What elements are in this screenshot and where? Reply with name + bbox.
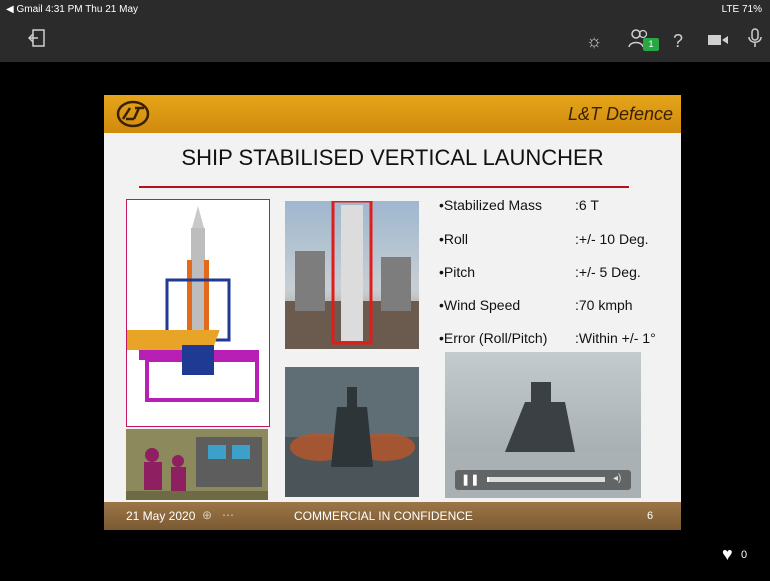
participants-badge: 1 (643, 38, 659, 51)
shared-slide: L&T Defence SHIP STABILISED VERTICAL LAU… (104, 95, 681, 530)
spec-value: :+/- 5 Deg. (575, 264, 641, 280)
spec-row: •Pitch :+/- 5 Deg. (439, 264, 641, 280)
title-divider (139, 186, 629, 188)
status-left: ◀ Gmail 4:31 PM Thu 21 May (6, 4, 139, 15)
status-bar: ◀ Gmail 4:31 PM Thu 21 May LTE 71% (0, 0, 770, 20)
spec-row: •Error (Roll/Pitch) :Within +/- 1° (439, 330, 656, 346)
slide-date: 21 May 2020 (126, 509, 196, 523)
slide-title: SHIP STABILISED VERTICAL LAUNCHER (181, 145, 604, 170)
heart-icon[interactable]: ♥ (722, 544, 733, 565)
slide-header: L&T Defence (104, 95, 681, 133)
spec-row: •Wind Speed :70 kmph (439, 297, 633, 313)
pause-icon[interactable]: ❚❚ (461, 474, 479, 486)
video-camera-icon[interactable] (705, 28, 731, 54)
video-controls: ❚❚ ◂) (455, 470, 631, 490)
launcher-ship-photo (285, 201, 419, 349)
spec-row: •Roll :+/- 10 Deg. (439, 231, 649, 247)
spec-label: •Wind Speed (439, 297, 521, 313)
video-player[interactable]: ❚❚ ◂) (445, 352, 641, 498)
video-progress-fill (487, 477, 490, 482)
spec-label: •Roll (439, 231, 469, 247)
slide-footer: 21 May 2020 ⊕ ⋯ COMMERCIAL IN CONFIDENCE… (104, 502, 681, 530)
spec-value: :Within +/- 1° (575, 330, 656, 346)
spec-row: •Stabilized Mass :6 T (439, 197, 599, 213)
microphone-icon[interactable] (742, 28, 768, 54)
zoom-icon[interactable]: ⊕ (202, 508, 212, 522)
spec-value: :70 kmph (575, 297, 633, 313)
slide-page-number: 6 (647, 510, 654, 522)
spec-value: :6 T (575, 197, 599, 213)
spec-label: •Stabilized Mass (439, 197, 542, 213)
help-icon[interactable]: ? (665, 28, 691, 54)
launcher-cad-image (126, 199, 270, 427)
settings-icon[interactable]: ☼ (581, 28, 607, 54)
lt-logo-icon (116, 100, 150, 128)
video-progress-track[interactable] (487, 477, 605, 482)
spec-value: :+/- 10 Deg. (575, 231, 649, 247)
more-options-icon[interactable]: ⋯ (222, 508, 234, 522)
leave-icon[interactable] (24, 28, 50, 54)
reaction-count: 0 (741, 549, 748, 561)
spec-label: •Pitch (439, 264, 476, 280)
ship-launch-photo (285, 367, 419, 497)
confidential-label: COMMERCIAL IN CONFIDENCE (294, 509, 473, 523)
spec-label: •Error (Roll/Pitch) (439, 330, 548, 346)
volume-icon[interactable]: ◂) (613, 473, 621, 484)
slide-brand: L&T Defence (567, 104, 673, 124)
status-right: LTE 71% (721, 4, 762, 15)
control-console-image (126, 429, 268, 500)
meeting-toolbar: ☼ 1 ? (0, 20, 770, 62)
